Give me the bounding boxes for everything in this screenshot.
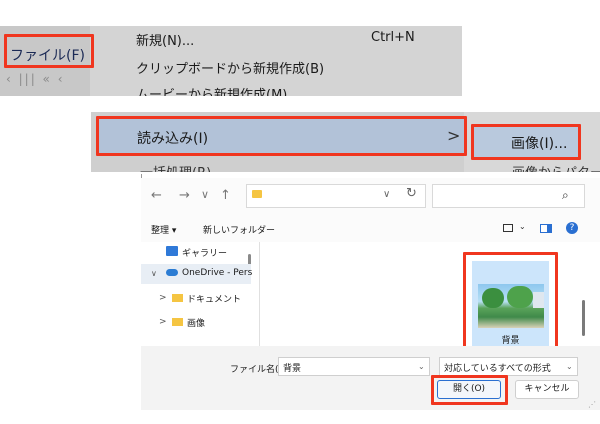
- chevron-down-icon[interactable]: ⌄: [519, 222, 526, 231]
- refresh-icon[interactable]: ↻: [406, 186, 417, 201]
- submenu-item-from-pattern[interactable]: 画像からパター: [512, 162, 600, 172]
- help-icon[interactable]: ?: [566, 222, 578, 234]
- submenu-item-image-label: 画像(I)...: [511, 136, 568, 152]
- back-icon[interactable]: ←: [151, 188, 162, 203]
- menu-item-new-shortcut: Ctrl+N: [371, 30, 415, 45]
- dialog-bottom-bar: [141, 346, 600, 410]
- address-bar[interactable]: [246, 184, 426, 208]
- menu-item-new[interactable]: 新規(N)...: [136, 30, 194, 49]
- resize-grip-icon[interactable]: ⋰: [588, 400, 596, 409]
- menu-item-batch[interactable]: 一括処理(R)...: [140, 162, 224, 172]
- folder-icon: [172, 318, 183, 326]
- file-list-scrollbar[interactable]: [582, 300, 585, 336]
- folder-icon: [172, 294, 183, 302]
- folder-icon: [252, 190, 262, 198]
- nav-item-documents[interactable]: ドキュメント: [187, 292, 241, 305]
- chevron-down-icon[interactable]: ⌄: [418, 362, 425, 371]
- menu-item-import-label: 読み込み(I): [137, 131, 209, 147]
- chevron-down-icon[interactable]: ⌄: [566, 362, 573, 371]
- filename-input[interactable]: 背景: [278, 357, 430, 376]
- preview-pane-icon[interactable]: [540, 224, 552, 233]
- toolbar-nav-glyphs: ‹ ||| « ‹: [6, 72, 65, 86]
- new-folder-button[interactable]: 新しいフォルダー: [203, 223, 275, 236]
- menu-item-new-from-clipboard[interactable]: クリップボードから新規作成(B): [136, 58, 324, 77]
- view-mode-icon[interactable]: [503, 224, 513, 232]
- nav-item-gallery[interactable]: ギャラリー: [182, 246, 227, 259]
- cancel-button[interactable]: キャンセル: [515, 380, 579, 399]
- chevron-down-icon[interactable]: ∨: [151, 269, 157, 278]
- chevron-right-icon[interactable]: >: [159, 293, 167, 303]
- nav-item-pictures[interactable]: 画像: [187, 316, 205, 329]
- up-folder-icon[interactable]: ↑: [220, 188, 231, 203]
- file-menu-label: ファイル(F): [10, 48, 85, 64]
- menu-item-new-from-movie[interactable]: ムービーから新規作成(M): [136, 84, 287, 96]
- recent-locations-icon[interactable]: ∨: [201, 188, 209, 201]
- chevron-down-icon[interactable]: ∨: [383, 189, 390, 200]
- submenu-arrow-icon: >: [447, 126, 461, 145]
- forward-icon[interactable]: →: [179, 188, 190, 203]
- cloud-icon: [166, 269, 178, 276]
- chevron-right-icon[interactable]: >: [159, 317, 167, 327]
- file-item-haikei[interactable]: [463, 252, 558, 355]
- filetype-select[interactable]: 対応しているすべての形式: [439, 357, 578, 376]
- nav-item-onedrive[interactable]: OneDrive - Pers: [182, 268, 252, 278]
- organize-button[interactable]: 整理 ▾: [151, 223, 176, 236]
- search-icon: ⌕: [562, 188, 569, 202]
- gallery-icon: [166, 246, 178, 256]
- open-button[interactable]: 開く(O): [437, 380, 501, 399]
